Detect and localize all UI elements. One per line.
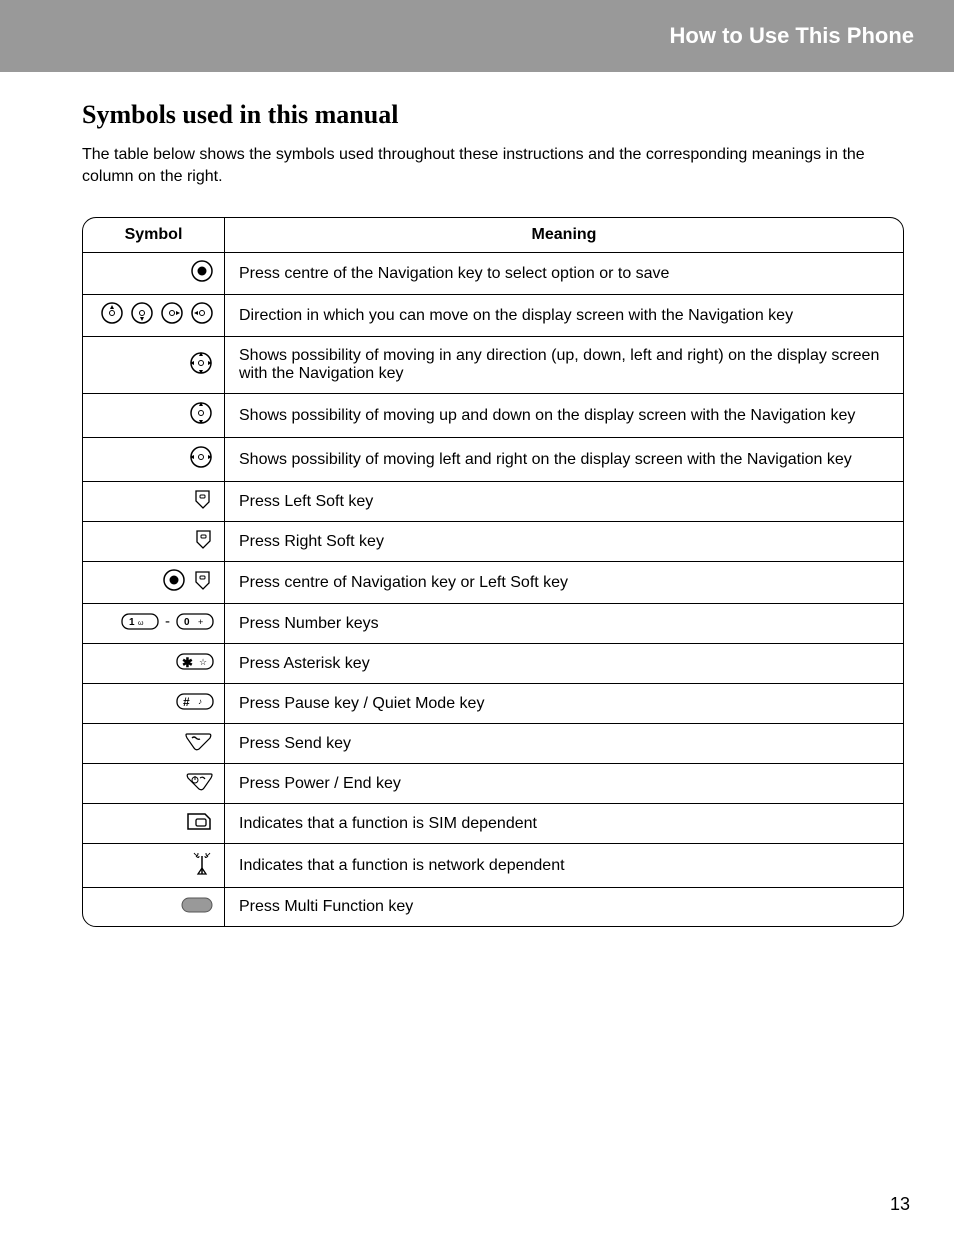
table-row: #♪ Press Pause key / Quiet Mode key bbox=[83, 684, 903, 724]
svg-text:0: 0 bbox=[184, 617, 190, 628]
svg-text:ω: ω bbox=[138, 620, 144, 627]
meaning-cell: Indicates that a function is network dep… bbox=[225, 844, 903, 888]
number-keys-icon: 1ω - 0+ bbox=[121, 610, 214, 632]
meaning-cell: Shows possibility of moving up and down … bbox=[225, 394, 903, 438]
meaning-cell: Indicates that a function is SIM depende… bbox=[225, 804, 903, 844]
left-soft-key-icon bbox=[192, 488, 214, 510]
table-row: Indicates that a function is network dep… bbox=[83, 844, 903, 888]
section-intro: The table below shows the symbols used t… bbox=[82, 144, 904, 187]
symbol-cell: 1ω - 0+ bbox=[83, 604, 225, 644]
nav-updown-icon bbox=[188, 400, 214, 426]
meaning-cell: Press Multi Function key bbox=[225, 888, 903, 926]
symbol-cell bbox=[83, 438, 225, 482]
header-band: How to Use This Phone bbox=[0, 0, 954, 72]
nav-directions-icon bbox=[100, 301, 214, 325]
symbol-cell bbox=[83, 482, 225, 522]
meaning-cell: Press Number keys bbox=[225, 604, 903, 644]
symbol-cell bbox=[83, 764, 225, 804]
table-row: Indicates that a function is SIM depende… bbox=[83, 804, 903, 844]
table-row: Press Multi Function key bbox=[83, 888, 903, 926]
right-soft-key-icon bbox=[192, 528, 214, 550]
meaning-cell: Press Right Soft key bbox=[225, 522, 903, 562]
asterisk-key-icon: ✱☆ bbox=[176, 650, 214, 672]
sim-icon bbox=[184, 810, 214, 832]
header-title: How to Use This Phone bbox=[670, 23, 914, 49]
symbol-table: Symbol Meaning Press centre of the Navig… bbox=[82, 217, 904, 927]
meaning-cell: Direction in which you can move on the d… bbox=[225, 295, 903, 337]
table-row: Press Right Soft key bbox=[83, 522, 903, 562]
symbol-cell bbox=[83, 337, 225, 394]
hash-key-icon: #♪ bbox=[176, 690, 214, 712]
symbol-cell bbox=[83, 253, 225, 295]
table-row: Press Left Soft key bbox=[83, 482, 903, 522]
meaning-cell: Press Pause key / Quiet Mode key bbox=[225, 684, 903, 724]
table-row: Press Power / End key bbox=[83, 764, 903, 804]
multi-function-key-icon bbox=[180, 895, 214, 915]
meaning-cell: Press centre of Navigation key or Left S… bbox=[225, 562, 903, 604]
meaning-cell: Press centre of the Navigation key to se… bbox=[225, 253, 903, 295]
meaning-cell: Press Power / End key bbox=[225, 764, 903, 804]
table-row: Press centre of the Navigation key to se… bbox=[83, 253, 903, 295]
table-row: 1ω - 0+ Press Number keys bbox=[83, 604, 903, 644]
symbol-cell bbox=[83, 844, 225, 888]
symbol-cell: ✱☆ bbox=[83, 644, 225, 684]
table-row: Press centre of Navigation key or Left S… bbox=[83, 562, 903, 604]
svg-text:#: # bbox=[183, 695, 190, 709]
end-key-icon bbox=[184, 770, 214, 792]
section-title: Symbols used in this manual bbox=[82, 100, 904, 130]
nav-leftright-icon bbox=[188, 444, 214, 470]
meaning-cell: Shows possibility of moving left and rig… bbox=[225, 438, 903, 482]
symbol-cell bbox=[83, 562, 225, 604]
symbol-cell bbox=[83, 804, 225, 844]
nav-all-icon bbox=[188, 350, 214, 376]
svg-text:1: 1 bbox=[129, 617, 135, 628]
meaning-cell: Press Left Soft key bbox=[225, 482, 903, 522]
meaning-cell: Shows possibility of moving in any direc… bbox=[225, 337, 903, 394]
symbol-cell bbox=[83, 522, 225, 562]
send-key-icon bbox=[184, 730, 214, 752]
col-header-meaning: Meaning bbox=[225, 218, 903, 253]
table-row: Direction in which you can move on the d… bbox=[83, 295, 903, 337]
svg-text:☆: ☆ bbox=[199, 657, 207, 667]
col-header-symbol: Symbol bbox=[83, 218, 225, 253]
symbol-cell bbox=[83, 295, 225, 337]
network-icon bbox=[190, 850, 214, 876]
page-content: Symbols used in this manual The table be… bbox=[0, 72, 954, 927]
meaning-cell: Press Send key bbox=[225, 724, 903, 764]
table-row: ✱☆ Press Asterisk key bbox=[83, 644, 903, 684]
page-number: 13 bbox=[890, 1194, 910, 1215]
nav-centre-icon bbox=[190, 259, 214, 283]
symbol-cell bbox=[83, 888, 225, 926]
symbol-cell bbox=[83, 724, 225, 764]
svg-text:✱: ✱ bbox=[182, 655, 193, 670]
table-row: Press Send key bbox=[83, 724, 903, 764]
table-row: Shows possibility of moving left and rig… bbox=[83, 438, 903, 482]
meaning-cell: Press Asterisk key bbox=[225, 644, 903, 684]
svg-text:+: + bbox=[198, 617, 203, 627]
symbol-cell bbox=[83, 394, 225, 438]
table-row: Shows possibility of moving up and down … bbox=[83, 394, 903, 438]
centre-or-left-soft-icon bbox=[162, 568, 214, 592]
svg-text:♪: ♪ bbox=[198, 697, 202, 706]
symbol-cell: #♪ bbox=[83, 684, 225, 724]
table-row: Shows possibility of moving in any direc… bbox=[83, 337, 903, 394]
